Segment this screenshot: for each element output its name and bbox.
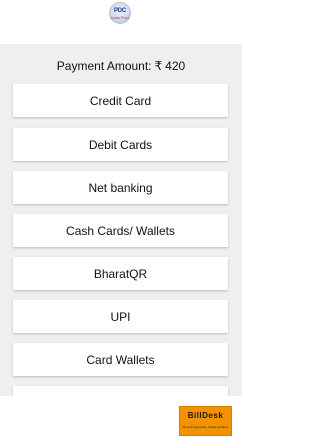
option-label: UPI	[110, 309, 131, 324]
currency-symbol: ₹	[154, 59, 163, 73]
option-cash-cards-wallets[interactable]: Cash Cards/ Wallets	[13, 214, 228, 247]
payment-amount: Payment Amount: ₹420	[0, 59, 242, 73]
payment-amount-value: 420	[165, 59, 186, 73]
option-label: Credit Card	[89, 93, 152, 108]
logo-text: PDC	[113, 8, 127, 14]
payment-options-panel: Payment Amount: ₹420 Credit Card Debit Ca…	[0, 44, 242, 396]
option-debit-cards[interactable]: Debit Cards	[13, 128, 228, 161]
top-bar: PDC India Post	[0, 0, 242, 44]
merchant-logo: PDC India Post	[109, 2, 131, 24]
option-bharatqr[interactable]: BharatQR	[13, 257, 228, 290]
option-label: BharatQR	[93, 266, 148, 281]
option-card-wallets[interactable]: Card Wallets	[13, 343, 228, 376]
billdesk-tagline: All your payments. Single location.	[182, 425, 229, 429]
option-label: Cash Cards/ Wallets	[66, 223, 175, 238]
option-upi[interactable]: UPI	[13, 300, 228, 333]
logo-subtext: India Post	[111, 15, 129, 20]
footer: BillDesk All your payments. Single locat…	[0, 396, 242, 448]
option-more[interactable]: ...	[13, 386, 228, 396]
billdesk-brand: BillDesk	[187, 411, 224, 420]
payment-amount-label: Payment Amount:	[56, 59, 152, 73]
option-label: Net banking	[88, 180, 153, 195]
option-credit-card[interactable]: Credit Card	[13, 84, 228, 117]
option-net-banking[interactable]: Net banking	[13, 171, 228, 204]
option-label: Debit Cards	[88, 137, 153, 152]
billdesk-logo: BillDesk All your payments. Single locat…	[179, 406, 232, 436]
option-label: Card Wallets	[86, 352, 155, 367]
